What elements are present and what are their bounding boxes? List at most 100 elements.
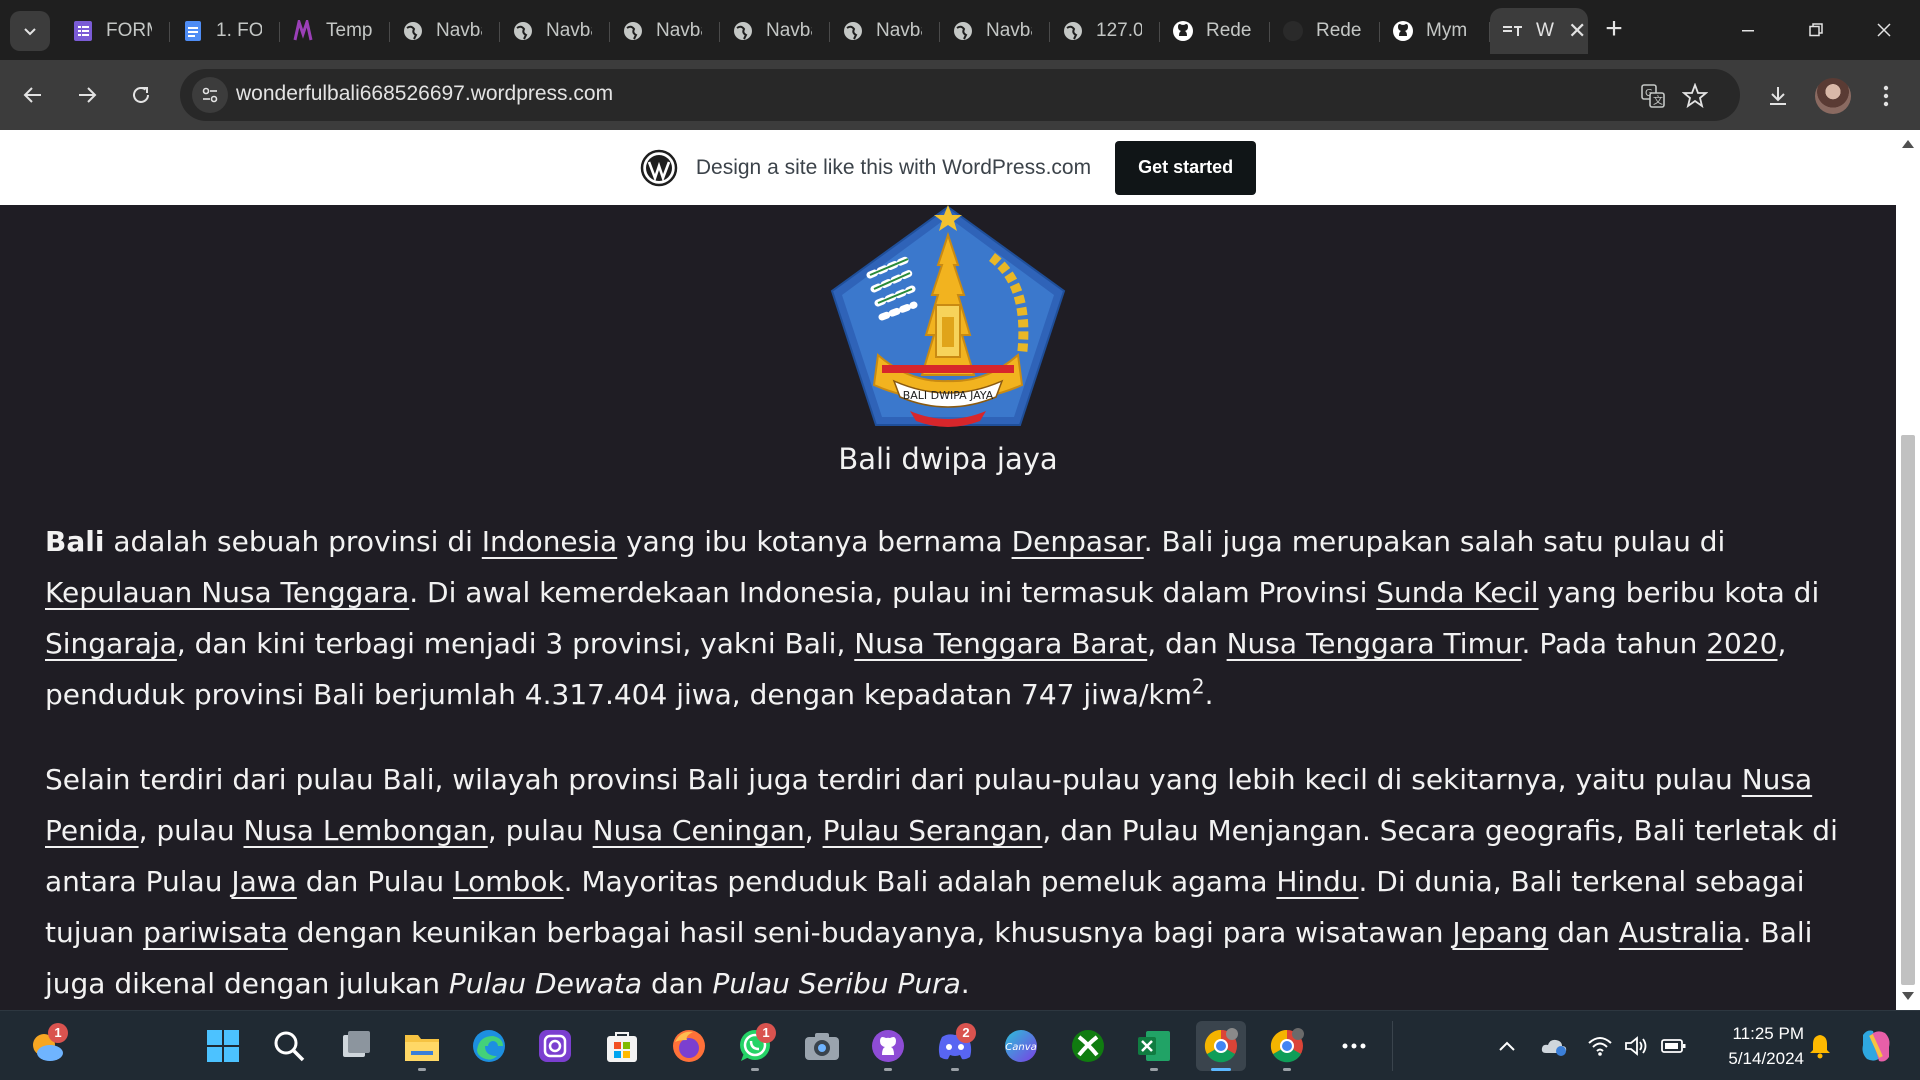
taskbar-camera[interactable]	[797, 1021, 847, 1071]
scroll-down-arrow-icon[interactable]	[1902, 992, 1914, 1000]
taskbar-search[interactable]	[264, 1021, 314, 1071]
tab-navbar-6[interactable]: Navbar	[940, 8, 1050, 54]
taskbar-firefox[interactable]	[664, 1021, 714, 1071]
taskbar-more[interactable]	[1329, 1021, 1379, 1071]
taskbar-canva[interactable]: Canva	[996, 1021, 1046, 1071]
link-nusa-ceningan[interactable]: Nusa Ceningan	[593, 814, 805, 847]
tab-search-button[interactable]	[10, 11, 50, 51]
link-pariwisata[interactable]: pariwisata	[143, 916, 288, 949]
bookmark-button[interactable]	[1680, 81, 1710, 111]
text-span: adalah sebuah provinsi di	[104, 525, 482, 558]
bell-icon	[1810, 1035, 1830, 1059]
link-indonesia[interactable]: Indonesia	[482, 525, 617, 558]
tab-redeem[interactable]: Rede	[1270, 8, 1380, 54]
italic-text: Pulau Dewata	[448, 967, 643, 1000]
text-span: , pulau	[138, 814, 244, 847]
link-sunda-kecil[interactable]: Sunda Kecil	[1376, 576, 1538, 609]
tab-navbar-2[interactable]: Navbar	[500, 8, 610, 54]
running-indicator	[1150, 1068, 1158, 1071]
notification-badge: 1	[48, 1023, 68, 1043]
link-nusa-lembongan[interactable]: Nusa Lembongan	[243, 814, 487, 847]
onedrive-tray[interactable]	[1540, 1032, 1568, 1060]
taskbar-chrome-profile[interactable]	[1262, 1021, 1312, 1071]
taskbar-xbox[interactable]	[1063, 1021, 1113, 1071]
wifi-icon	[1588, 1037, 1612, 1056]
taskbar-start[interactable]	[198, 1021, 248, 1071]
forward-button[interactable]	[68, 76, 106, 114]
minimize-button[interactable]	[1728, 10, 1768, 50]
scrollbar-thumb[interactable]	[1901, 435, 1915, 985]
link-denpasar[interactable]: Denpasar	[1012, 525, 1144, 558]
chrome-menu-button[interactable]	[1868, 78, 1904, 114]
globe-icon	[402, 20, 424, 42]
wonderful-bali-icon	[1502, 20, 1524, 42]
link-jepang[interactable]: Jepang	[1452, 916, 1548, 949]
tab-doc[interactable]: 1. FORM	[170, 8, 280, 54]
taskbar-clock[interactable]: 11:25 PM 5/14/2024	[1704, 1021, 1804, 1071]
link-nusa-tenggara-barat[interactable]: Nusa Tenggara Barat	[854, 627, 1147, 660]
link-pulau-serangan[interactable]: Pulau Serangan	[823, 814, 1043, 847]
link-jawa[interactable]: Jawa	[231, 865, 296, 898]
url-text[interactable]: wonderfulbali668526697.wordpress.com	[236, 82, 613, 106]
page-scrollbar[interactable]	[1896, 130, 1920, 1010]
translate-button[interactable]: G文	[1638, 81, 1668, 111]
link-australia[interactable]: Australia	[1619, 916, 1743, 949]
taskbar-instagram[interactable]	[530, 1021, 580, 1071]
new-tab-button[interactable]: +	[1598, 14, 1630, 46]
taskbar-whatsapp[interactable]: 1	[730, 1021, 780, 1071]
tab-github-2[interactable]: Mym	[1380, 8, 1490, 54]
arrow-right-icon	[79, 87, 97, 103]
taskbar-store[interactable]	[597, 1021, 647, 1071]
text-span: . Di awal kemerdekaan Indonesia, pulau i…	[409, 576, 1377, 609]
link-2020[interactable]: 2020	[1706, 627, 1777, 660]
copilot-button[interactable]	[1856, 1026, 1896, 1066]
tab-template[interactable]: Template	[280, 8, 390, 54]
tab-navbar-5[interactable]: Navbar	[830, 8, 940, 54]
tab-form[interactable]: FORM	[60, 8, 170, 54]
taskbar-edge[interactable]	[464, 1021, 514, 1071]
notifications-button[interactable]	[1806, 1032, 1834, 1060]
tab-github-1[interactable]: Rede	[1160, 8, 1270, 54]
tab-active[interactable]: W ✕	[1490, 8, 1588, 54]
taskbar-task-view[interactable]	[331, 1021, 381, 1071]
close-window-button[interactable]	[1864, 10, 1904, 50]
tab-label: Navbar	[986, 20, 1032, 41]
link-hindu[interactable]: Hindu	[1276, 865, 1358, 898]
link-kepulauan-nusa-tenggara[interactable]: Kepulauan Nusa Tenggara	[45, 576, 409, 609]
taskbar-file-explorer[interactable]	[397, 1021, 447, 1071]
taskbar-weather[interactable]: 1	[22, 1021, 72, 1071]
volume-tray[interactable]	[1623, 1032, 1651, 1060]
taskbar-chrome[interactable]	[1196, 1021, 1246, 1071]
text-span: , dan	[1147, 627, 1227, 660]
show-hidden-icons-button[interactable]	[1493, 1032, 1521, 1060]
back-button[interactable]	[14, 76, 52, 114]
site-info-button[interactable]	[192, 77, 228, 113]
get-started-button[interactable]: Get started	[1115, 140, 1257, 195]
reload-button[interactable]	[122, 76, 160, 114]
address-bar[interactable]: wonderfulbali668526697.wordpress.com G文	[180, 69, 1740, 121]
tab-navbar-1[interactable]: Navbar	[390, 8, 500, 54]
translate-icon: G文	[1641, 84, 1665, 108]
link-singaraja[interactable]: Singaraja	[45, 627, 177, 660]
canva-icon: Canva	[1005, 1030, 1037, 1062]
taskbar-github-desktop[interactable]	[863, 1021, 913, 1071]
profile-avatar[interactable]	[1815, 78, 1851, 114]
link-lombok[interactable]: Lombok	[453, 865, 564, 898]
link-nusa-tenggara-timur[interactable]: Nusa Tenggara Timur	[1227, 627, 1522, 660]
wifi-tray[interactable]	[1586, 1032, 1614, 1060]
text-span: yang ibu kotanya bernama	[617, 525, 1012, 558]
taskbar-excel[interactable]	[1129, 1021, 1179, 1071]
tab-localhost[interactable]: 127.0	[1050, 8, 1160, 54]
instagram-icon	[539, 1030, 571, 1062]
wordpress-logo-icon[interactable]	[640, 149, 678, 187]
browser-toolbar: wonderfulbali668526697.wordpress.com G文	[0, 60, 1920, 130]
taskbar-discord[interactable]: 2	[930, 1021, 980, 1071]
tab-navbar-4[interactable]: Navbar	[720, 8, 830, 54]
restore-button[interactable]	[1796, 10, 1836, 50]
battery-tray[interactable]	[1660, 1032, 1688, 1060]
tab-label: Rede	[1316, 20, 1362, 41]
downloads-button[interactable]	[1760, 78, 1796, 114]
tab-navbar-3[interactable]: Navbar	[610, 8, 720, 54]
close-tab-icon[interactable]: ✕	[1568, 20, 1586, 42]
scroll-up-arrow-icon[interactable]	[1902, 140, 1914, 148]
